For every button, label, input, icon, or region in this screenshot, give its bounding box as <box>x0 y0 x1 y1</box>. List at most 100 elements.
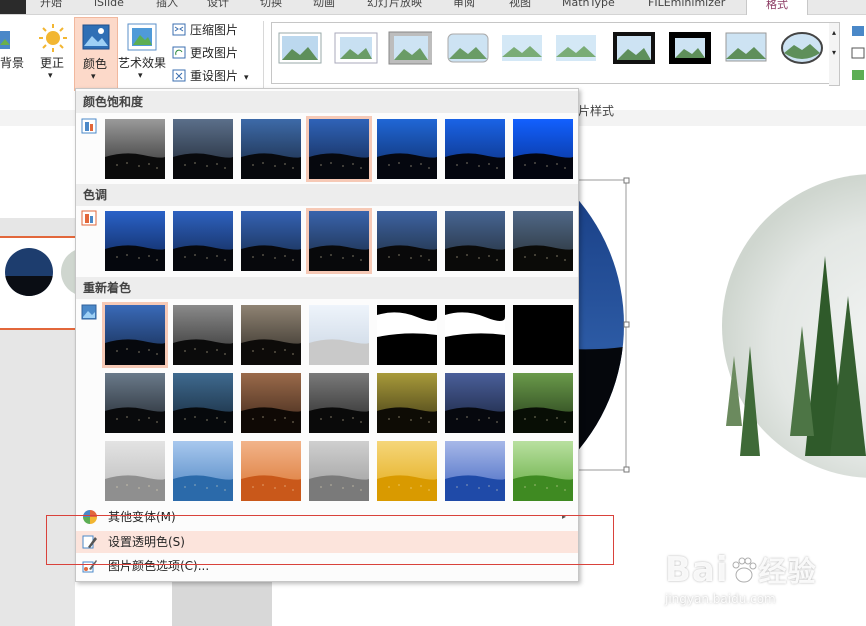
recolor-swatch-2-2-preview <box>173 373 233 433</box>
tab-animations[interactable]: 动画 <box>313 0 335 10</box>
recolor-swatch-3-4-preview <box>309 441 369 501</box>
tab-format[interactable]: 格式 <box>746 0 808 15</box>
tab-transitions[interactable]: 切换 <box>260 0 282 10</box>
recolor-swatch-1-4[interactable] <box>309 305 369 365</box>
color-label: 颜色 <box>83 57 108 71</box>
style-thumbnail-2[interactable] <box>334 31 378 65</box>
recolor-swatch-2-3[interactable] <box>241 373 301 433</box>
tab-insert[interactable]: 插入 <box>156 0 178 10</box>
tab-slideshow[interactable]: 幻灯片放映 <box>367 0 422 10</box>
recolor-swatch-3-1[interactable] <box>105 441 165 501</box>
saturation-swatch-4[interactable] <box>306 116 372 182</box>
saturation-swatch-6[interactable] <box>445 119 505 179</box>
style-thumbnail-1[interactable] <box>278 31 322 65</box>
tab-home[interactable]: 开始 <box>40 0 62 10</box>
style-thumbnail-3[interactable] <box>388 31 432 65</box>
baidu-watermark-url: jingyan.baidu.com <box>665 592 776 606</box>
picture-effects-icons[interactable] <box>850 24 866 84</box>
color-button[interactable]: 颜色 ▾ <box>74 17 118 91</box>
tone-swatch-2[interactable] <box>173 211 233 271</box>
recolor-swatch-2-6[interactable] <box>445 373 505 433</box>
group-divider <box>263 21 264 91</box>
saturation-swatch-1[interactable] <box>105 119 165 179</box>
recolor-swatch-1-6[interactable] <box>445 305 505 365</box>
recolor-icon <box>81 304 97 320</box>
saturation-swatch-5-preview <box>377 119 437 179</box>
style-thumbnail-6[interactable] <box>554 31 598 65</box>
recolor-swatch-1-5[interactable] <box>377 305 437 365</box>
recolor-swatch-3-6[interactable] <box>445 441 505 501</box>
saturation-swatch-1-preview <box>105 119 165 179</box>
color-dropdown-menu: 颜色饱和度 色调 重新着色 其他变体(M) ▸ 设置透明色(S) 图片颜色选项(… <box>75 88 579 582</box>
saturation-swatch-5[interactable] <box>377 119 437 179</box>
recolor-swatch-1-7[interactable] <box>513 305 573 365</box>
tone-header: 色调 <box>76 184 578 206</box>
tab-mathtype[interactable]: MathType <box>562 0 615 10</box>
tone-swatch-5-preview <box>377 211 437 271</box>
change-picture-button[interactable]: 更改图片 <box>172 44 238 62</box>
tab-design[interactable]: 设计 <box>207 0 229 10</box>
remove-background-label[interactable]: 背景 <box>0 54 24 71</box>
recolor-swatch-3-3-preview <box>241 441 301 501</box>
compress-pictures-button[interactable]: 压缩图片 <box>172 21 238 39</box>
tone-swatch-7[interactable] <box>513 211 573 271</box>
recolor-swatch-2-3-preview <box>241 373 301 433</box>
style-thumbnail-8[interactable] <box>668 31 712 65</box>
recolor-swatch-1-3[interactable] <box>241 305 301 365</box>
artistic-effects-label[interactable]: 艺术效果 <box>118 54 166 71</box>
recolor-swatch-3-6-preview <box>445 441 505 501</box>
recolor-swatch-2-7-preview <box>513 373 573 433</box>
saturation-swatch-3[interactable] <box>241 119 301 179</box>
recolor-swatch-3-5-preview <box>377 441 437 501</box>
sun-icon <box>39 24 67 52</box>
recolor-swatch-3-5[interactable] <box>377 441 437 501</box>
recolor-swatch-1-1[interactable] <box>102 302 168 368</box>
recolor-swatch-1-4-preview <box>309 305 369 365</box>
saturation-swatch-4-preview <box>309 119 369 179</box>
tab-islide[interactable]: iSlide <box>94 0 124 10</box>
tab-view[interactable]: 视图 <box>509 0 531 10</box>
tone-swatch-5[interactable] <box>377 211 437 271</box>
slide-thumbnail-selected[interactable] <box>0 236 75 330</box>
saturation-swatch-2-preview <box>173 119 233 179</box>
saturation-swatch-7[interactable] <box>513 119 573 179</box>
recolor-swatch-1-2[interactable] <box>173 305 233 365</box>
saturation-header: 颜色饱和度 <box>76 91 578 113</box>
tone-swatch-1[interactable] <box>105 211 165 271</box>
style-thumbnail-10[interactable] <box>780 31 824 65</box>
recolor-swatch-3-3[interactable] <box>241 441 301 501</box>
saturation-swatch-2[interactable] <box>173 119 233 179</box>
style-thumbnail-7[interactable] <box>612 31 656 65</box>
recolor-swatch-2-5-preview <box>377 373 437 433</box>
recolor-swatch-2-4[interactable] <box>309 373 369 433</box>
compress-icon <box>172 23 186 36</box>
corrections-label[interactable]: 更正 <box>40 54 64 71</box>
recolor-swatch-2-1[interactable] <box>105 373 165 433</box>
chevron-down-icon: ▾ <box>91 72 96 82</box>
workspace-gray-area <box>172 580 272 626</box>
style-thumbnail-4[interactable] <box>446 31 490 65</box>
style-thumbnail-5[interactable] <box>500 31 544 65</box>
recolor-swatch-2-5[interactable] <box>377 373 437 433</box>
chevron-down-icon[interactable]: ▾ <box>829 43 839 63</box>
recolor-swatch-2-2[interactable] <box>173 373 233 433</box>
tab-fileminimizer[interactable]: FILEminimizer <box>648 0 725 10</box>
chevron-up-icon[interactable]: ▴ <box>829 23 839 43</box>
recolor-swatch-1-3-preview <box>241 305 301 365</box>
file-tab-stub[interactable] <box>0 0 26 14</box>
remove-background-icon <box>0 31 10 49</box>
gallery-scroll[interactable]: ▴ ▾ <box>829 22 840 86</box>
reset-picture-button[interactable]: 重设图片 ▾ <box>172 67 249 85</box>
tone-swatch-6[interactable] <box>445 211 505 271</box>
style-thumbnail-9[interactable] <box>724 31 768 65</box>
baidu-watermark: Bai 经验 <box>665 550 817 590</box>
recolor-swatch-1-7-preview <box>513 305 573 365</box>
recolor-swatch-3-4[interactable] <box>309 441 369 501</box>
recolor-swatch-3-2[interactable] <box>173 441 233 501</box>
tone-swatch-3[interactable] <box>241 211 301 271</box>
paw-logo-icon <box>729 554 759 584</box>
tab-review[interactable]: 审阅 <box>453 0 475 10</box>
recolor-swatch-3-7[interactable] <box>513 441 573 501</box>
recolor-swatch-2-7[interactable] <box>513 373 573 433</box>
tone-swatch-4[interactable] <box>306 208 372 274</box>
